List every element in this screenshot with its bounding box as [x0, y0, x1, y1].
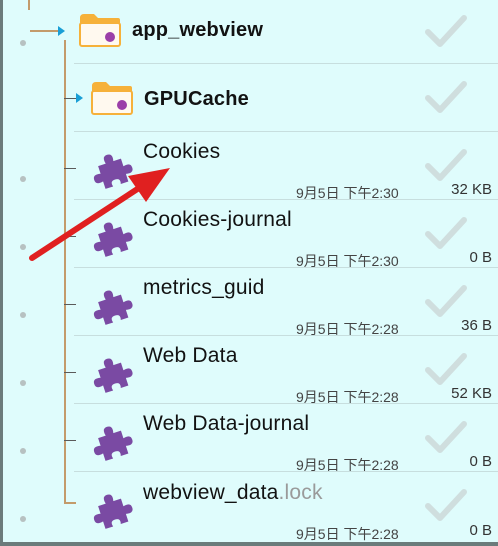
- checkmark-icon[interactable]: [424, 214, 468, 254]
- list-item[interactable]: metrics_guid 9月5日 下午2:28 36 B: [0, 268, 498, 337]
- file-name: Cookies: [143, 140, 221, 163]
- list-item[interactable]: Cookies 9月5日 下午2:30 32 KB: [0, 132, 498, 201]
- file-name: GPUCache: [144, 88, 249, 110]
- row-dot: [20, 176, 26, 182]
- puzzle-icon: [93, 358, 133, 393]
- folder-icon: [79, 14, 121, 47]
- list-item[interactable]: webview_data.lock 9月5日 下午2:28 0 B: [0, 472, 498, 542]
- checkmark-icon[interactable]: [424, 486, 468, 526]
- tree-connector: [64, 440, 76, 441]
- puzzle-icon: [93, 426, 133, 461]
- puzzle-icon: [93, 154, 133, 189]
- checkmark-icon[interactable]: [424, 418, 468, 458]
- file-name: Web Data: [143, 344, 238, 367]
- list-item[interactable]: GPUCache: [0, 64, 498, 132]
- checkmark-icon[interactable]: [424, 282, 468, 322]
- file-date: 9月5日 下午2:28: [296, 526, 399, 542]
- tree-connector: [64, 502, 76, 504]
- puzzle-icon: [93, 222, 133, 257]
- tree-connector: [64, 168, 76, 169]
- file-name: metrics_guid: [143, 276, 265, 299]
- row-dot: [20, 516, 26, 522]
- checkmark-icon[interactable]: [424, 146, 468, 186]
- puzzle-icon: [93, 494, 133, 529]
- tree-connector: [30, 30, 58, 32]
- file-basename: webview_data: [143, 481, 279, 504]
- puzzle-icon: [93, 290, 133, 325]
- file-name: Web Data-journal: [143, 412, 310, 435]
- checkmark-icon[interactable]: [424, 78, 468, 118]
- tree-connector: [64, 236, 76, 237]
- file-extension: .lock: [278, 481, 323, 504]
- expand-arrow-icon[interactable]: [76, 93, 83, 103]
- list-item[interactable]: Cookies-journal 9月5日 下午2:30 0 B: [0, 200, 498, 269]
- row-dot: [20, 244, 26, 250]
- row-dot: [20, 448, 26, 454]
- folder-icon: [91, 82, 133, 115]
- checkmark-icon[interactable]: [424, 350, 468, 390]
- file-name: Cookies-journal: [143, 208, 292, 231]
- frame-bottom-border: [0, 542, 498, 546]
- row-dot: [20, 40, 26, 46]
- file-name: app_webview: [132, 19, 264, 41]
- list-item[interactable]: Web Data 9月5日 下午2:28 52 KB: [0, 336, 498, 405]
- file-name: webview_data.lock: [143, 481, 323, 505]
- tree-connector: [64, 372, 76, 373]
- tree-connector: [64, 304, 76, 305]
- row-dot: [20, 312, 26, 318]
- list-item[interactable]: Web Data-journal 9月5日 下午2:28 0 B: [0, 404, 498, 473]
- list-item[interactable]: app_webview: [0, 0, 498, 64]
- row-dot: [20, 380, 26, 386]
- expand-arrow-icon[interactable]: [58, 26, 65, 36]
- checkmark-icon[interactable]: [424, 12, 468, 52]
